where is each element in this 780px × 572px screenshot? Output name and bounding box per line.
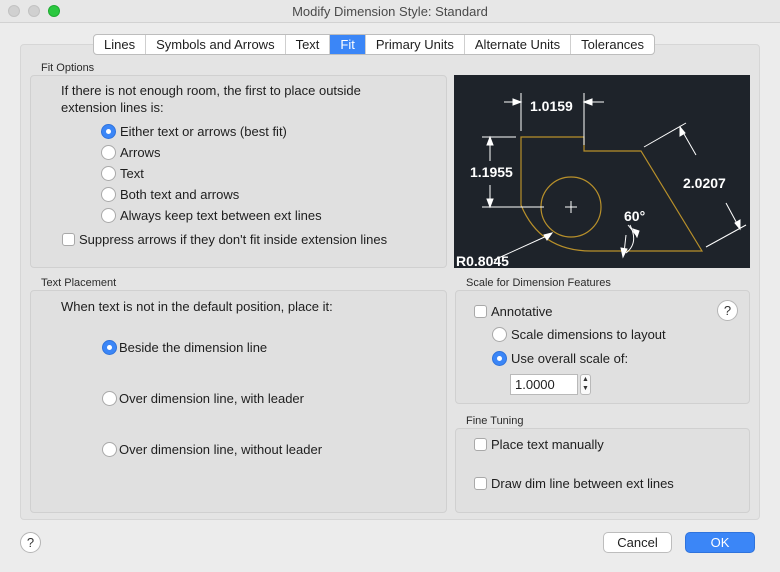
- text-placement-heading: Text Placement: [41, 277, 117, 289]
- dim-text-top: 1.0159: [530, 98, 573, 114]
- stepper-down-icon[interactable]: ▼: [581, 384, 590, 393]
- ok-button[interactable]: OK: [685, 532, 755, 553]
- radio-over-with-leader[interactable]: [102, 391, 117, 406]
- draw-dim-line-label[interactable]: Draw dim line between ext lines: [491, 476, 674, 491]
- radio-arrows-label[interactable]: Arrows: [120, 145, 160, 160]
- draw-dim-line-checkbox[interactable]: [474, 477, 487, 490]
- dim-text-angle: 60°: [624, 208, 645, 224]
- radio-beside-dimension-line-label[interactable]: Beside the dimension line: [119, 340, 267, 355]
- radio-beside-dimension-line[interactable]: [102, 340, 117, 355]
- radio-over-without-leader-label[interactable]: Over dimension line, without leader: [119, 442, 322, 457]
- suppress-arrows-label[interactable]: Suppress arrows if they don't fit inside…: [79, 232, 387, 247]
- tab-text[interactable]: Text: [286, 35, 331, 54]
- fit-options-prompt-line1: If there is not enough room, the first t…: [61, 83, 361, 98]
- tab-symbols-and-arrows[interactable]: Symbols and Arrows: [146, 35, 286, 54]
- arrow-left-top: [486, 135, 494, 146]
- title-bar: Modify Dimension Style: Standard: [0, 0, 780, 23]
- annotative-checkbox[interactable]: [474, 305, 487, 318]
- radio-text-label[interactable]: Text: [120, 166, 144, 181]
- radio-always-keep-text[interactable]: [101, 208, 116, 223]
- radio-scale-to-layout[interactable]: [492, 327, 507, 342]
- help-button[interactable]: ?: [20, 532, 41, 553]
- arrow-top-left: [512, 98, 523, 106]
- suppress-arrows-checkbox[interactable]: [62, 233, 75, 246]
- dim-text-right: 2.0207: [683, 175, 726, 191]
- radio-overall-scale[interactable]: [492, 351, 507, 366]
- radio-over-with-leader-label[interactable]: Over dimension line, with leader: [119, 391, 304, 406]
- radio-arrows[interactable]: [101, 145, 116, 160]
- text-placement-prompt: When text is not in the default position…: [61, 299, 333, 314]
- overall-scale-input[interactable]: 1.0000: [510, 374, 578, 395]
- annotative-label[interactable]: Annotative: [491, 304, 552, 319]
- radio-best-fit-label[interactable]: Either text or arrows (best fit): [120, 124, 287, 139]
- arrow-left-bottom: [486, 198, 494, 209]
- dim-text-radius: R0.8045: [456, 253, 509, 268]
- dim-text-left: 1.1955: [470, 164, 513, 180]
- cancel-button[interactable]: Cancel: [603, 532, 672, 553]
- window-title: Modify Dimension Style: Standard: [292, 4, 488, 19]
- place-text-manually-checkbox[interactable]: [474, 438, 487, 451]
- radio-both-text-and-arrows[interactable]: [101, 187, 116, 202]
- fit-options-heading: Fit Options: [41, 62, 95, 74]
- fine-tuning-heading: Fine Tuning: [466, 415, 524, 427]
- tab-tolerances[interactable]: Tolerances: [571, 35, 654, 54]
- tab-fit[interactable]: Fit: [330, 35, 366, 54]
- radio-overall-scale-label[interactable]: Use overall scale of:: [511, 351, 628, 366]
- dimension-preview: 1.0159 1.1955 2.0207 60° R0.8045: [454, 75, 750, 269]
- arrow-top-right: [582, 98, 593, 106]
- radio-always-keep-text-label[interactable]: Always keep text between ext lines: [120, 208, 322, 223]
- radio-best-fit[interactable]: [101, 124, 116, 139]
- radio-over-without-leader[interactable]: [102, 442, 117, 457]
- tab-lines[interactable]: Lines: [94, 35, 147, 54]
- radio-scale-to-layout-label[interactable]: Scale dimensions to layout: [511, 327, 666, 342]
- overall-scale-stepper[interactable]: ▲ ▼: [580, 374, 591, 395]
- radio-text[interactable]: [101, 166, 116, 181]
- place-text-manually-label[interactable]: Place text manually: [491, 437, 604, 452]
- tab-primary-units[interactable]: Primary Units: [366, 35, 465, 54]
- stepper-up-icon[interactable]: ▲: [581, 375, 590, 384]
- scale-help-button[interactable]: ?: [717, 300, 738, 321]
- radio-both-text-and-arrows-label[interactable]: Both text and arrows: [120, 187, 239, 202]
- preview-drawing: 1.0159 1.1955 2.0207 60° R0.8045: [456, 93, 747, 269]
- scale-heading: Scale for Dimension Features: [466, 277, 611, 289]
- tab-bar: Lines Symbols and Arrows Text Fit Primar…: [93, 34, 656, 55]
- arrow-radius: [543, 232, 554, 241]
- fit-options-prompt-line2: extension lines is:: [61, 100, 164, 115]
- tab-alternate-units[interactable]: Alternate Units: [465, 35, 572, 54]
